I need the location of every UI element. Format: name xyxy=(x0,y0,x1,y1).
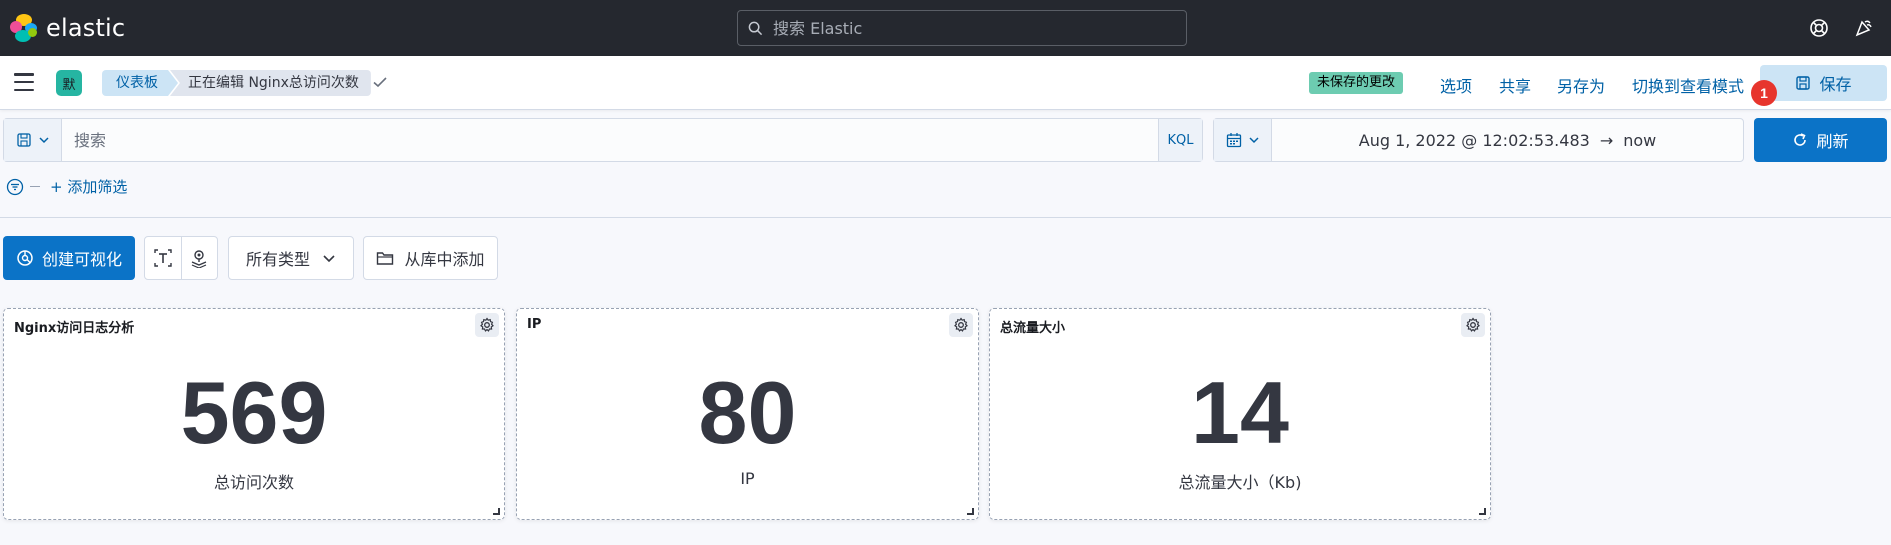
filter-icon[interactable] xyxy=(6,178,24,196)
query-bar: KQL xyxy=(3,118,1203,162)
elastic-logo-icon xyxy=(10,14,38,42)
chevron-down-icon xyxy=(38,137,49,144)
add-text-button[interactable] xyxy=(145,237,182,279)
metric-label: 总访问次数 xyxy=(213,473,294,492)
panel-title: Nginx访问日志分析 xyxy=(14,321,135,336)
add-map-button[interactable] xyxy=(182,237,218,279)
refresh-label: 刷新 xyxy=(1816,132,1849,151)
filter-bar: + 添加筛选 xyxy=(6,176,127,197)
date-end[interactable]: now xyxy=(1623,131,1656,150)
saved-query-button[interactable] xyxy=(4,119,62,161)
brand-name: elastic xyxy=(46,14,126,42)
metric-panel[interactable]: IP 80 IP xyxy=(516,308,979,520)
global-search-bar[interactable] xyxy=(737,10,1187,46)
query-search-input[interactable] xyxy=(62,119,1158,161)
quick-date-button[interactable] xyxy=(1214,119,1272,161)
create-visualization-label: 创建可视化 xyxy=(41,250,122,269)
save-label: 保存 xyxy=(1819,75,1852,94)
map-icon xyxy=(191,250,207,268)
all-types-dropdown[interactable]: 所有类型 xyxy=(228,236,354,280)
resize-handle-icon[interactable] xyxy=(1479,508,1486,515)
calendar-icon xyxy=(1226,133,1241,148)
menu-toggle-icon[interactable] xyxy=(14,73,34,91)
text-icon xyxy=(154,249,172,267)
global-header: elastic xyxy=(0,0,1891,56)
refresh-button[interactable]: 刷新 xyxy=(1754,118,1887,162)
save-icon xyxy=(16,133,31,147)
chevron-down-icon xyxy=(1248,137,1259,144)
unsaved-changes-badge: 未保存的更改 xyxy=(1309,72,1404,94)
save-button[interactable]: 保存 xyxy=(1760,65,1887,101)
arrow-right-icon: → xyxy=(1599,130,1614,150)
section-divider xyxy=(0,217,1891,218)
space-avatar[interactable]: 默 xyxy=(56,70,82,96)
global-search-input[interactable] xyxy=(773,18,1153,38)
metric-label: 总流量大小（Kb) xyxy=(1178,473,1302,492)
breadcrumb-dashboards[interactable]: 仪表板 xyxy=(102,70,178,96)
app-navbar: 默 仪表板 正在编辑 Nginx总访问次数 未保存的更改 选项 共享 另存为 切… xyxy=(0,56,1891,110)
gear-icon[interactable] xyxy=(475,313,499,337)
metric-label: IP xyxy=(740,469,755,488)
metric-panel[interactable]: 总流量大小 14 总流量大小（Kb) xyxy=(989,308,1491,520)
folder-icon xyxy=(377,252,394,265)
quick-add-group xyxy=(144,236,218,280)
chevron-down-icon xyxy=(323,255,335,263)
date-start[interactable]: Aug 1, 2022 @ 12:02:53.483 xyxy=(1359,131,1590,150)
check-icon[interactable] xyxy=(372,74,388,90)
refresh-icon xyxy=(1794,133,1807,146)
help-icon[interactable] xyxy=(1807,16,1831,40)
save-as-link[interactable]: 另存为 xyxy=(1557,73,1605,97)
metric-value: 14 xyxy=(1191,363,1289,462)
resize-handle-icon[interactable] xyxy=(493,508,500,515)
notification-badge: 1 xyxy=(1751,80,1777,106)
view-mode-link[interactable]: 切换到查看模式 xyxy=(1632,73,1744,97)
add-from-library-label: 从库中添加 xyxy=(404,250,485,269)
search-icon xyxy=(748,21,763,35)
newsfeed-icon[interactable] xyxy=(1852,16,1876,40)
date-picker: Aug 1, 2022 @ 12:02:53.483 → now xyxy=(1213,118,1744,162)
add-filter-link[interactable]: + 添加筛选 xyxy=(50,176,127,197)
all-types-label: 所有类型 xyxy=(245,250,310,269)
metric-panel[interactable]: Nginx访问日志分析 569 总访问次数 xyxy=(3,308,505,520)
breadcrumb-current: 正在编辑 Nginx总访问次数 xyxy=(170,70,371,96)
options-link[interactable]: 选项 xyxy=(1440,73,1472,97)
create-visualization-button[interactable]: 创建可视化 xyxy=(3,236,135,280)
panel-title: IP xyxy=(527,317,542,332)
panel-title: 总流量大小 xyxy=(1000,321,1066,336)
metric-value: 569 xyxy=(180,363,328,462)
share-link[interactable]: 共享 xyxy=(1499,73,1531,97)
gear-icon[interactable] xyxy=(1461,313,1485,337)
save-icon xyxy=(1796,76,1811,90)
date-range: Aug 1, 2022 @ 12:02:53.483 → now xyxy=(1272,119,1743,161)
elastic-logo[interactable]: elastic xyxy=(10,14,125,42)
resize-handle-icon[interactable] xyxy=(967,508,974,515)
query-language-button[interactable]: KQL xyxy=(1158,119,1202,161)
gear-icon[interactable] xyxy=(949,313,973,337)
visualize-icon xyxy=(17,250,33,266)
add-from-library-button[interactable]: 从库中添加 xyxy=(363,236,498,280)
filter-divider xyxy=(30,186,40,187)
metric-value: 80 xyxy=(698,363,797,462)
